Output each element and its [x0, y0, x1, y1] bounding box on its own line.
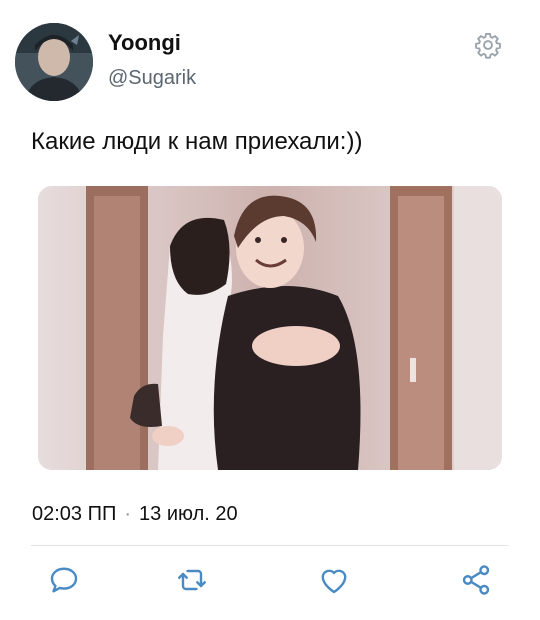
tweet-timestamp[interactable]: 02:03 ПП · 13 июл. 20 — [32, 503, 238, 526]
share-icon — [462, 565, 490, 595]
comment-icon — [50, 567, 78, 593]
gear-icon[interactable] — [474, 31, 502, 59]
avatar[interactable] — [15, 23, 93, 101]
retweet-button[interactable] — [174, 562, 210, 598]
avatar-photo — [15, 23, 93, 101]
retweet-icon — [178, 569, 206, 591]
divider — [31, 545, 509, 546]
tweet-time: 02:03 ПП — [32, 503, 117, 525]
share-button[interactable] — [458, 562, 494, 598]
tweet-date: 13 июл. 20 — [139, 503, 238, 525]
tweet-text: Какие люди к нам приехали:)) — [31, 128, 363, 155]
display-name[interactable]: Yoongi — [108, 30, 181, 56]
tweet-photo — [38, 186, 502, 470]
reply-button[interactable] — [46, 562, 82, 598]
heart-icon — [321, 569, 347, 594]
like-button[interactable] — [316, 562, 352, 598]
tweet-media[interactable] — [38, 186, 502, 470]
user-handle[interactable]: @Sugarik — [108, 67, 196, 90]
separator-dot: · — [124, 503, 132, 525]
